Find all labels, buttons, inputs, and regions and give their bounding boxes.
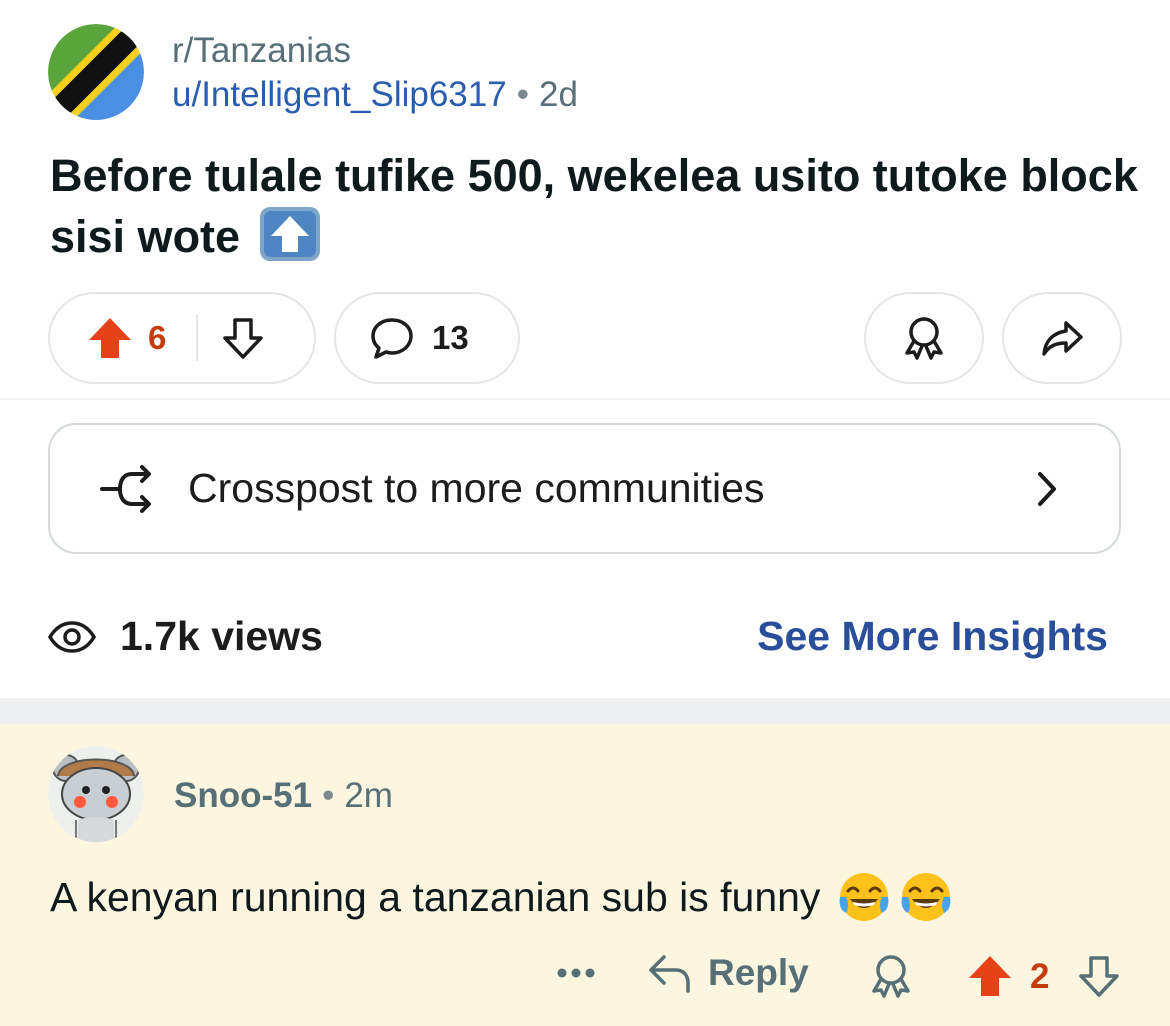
comment-separator bbox=[0, 698, 1170, 724]
reply-label: Reply bbox=[708, 952, 809, 993]
post-title[interactable]: Before tulale tufike 500, wekelea usito … bbox=[50, 146, 1140, 267]
face-with-tears-of-joy-icon bbox=[840, 873, 889, 921]
award-icon[interactable] bbox=[868, 953, 914, 999]
award-icon bbox=[905, 317, 943, 360]
tanzania-flag-icon bbox=[48, 24, 144, 120]
subreddit-avatar[interactable] bbox=[48, 24, 144, 120]
reply-button[interactable]: Reply bbox=[646, 951, 809, 995]
eye-icon bbox=[48, 620, 96, 653]
downvote-icon[interactable] bbox=[220, 315, 266, 361]
award-button[interactable] bbox=[864, 292, 984, 384]
snoo-avatar-icon bbox=[48, 746, 144, 842]
share-icon bbox=[1042, 321, 1083, 356]
commenter-avatar[interactable] bbox=[48, 746, 144, 842]
crosspost-button[interactable]: Crosspost to more communities bbox=[48, 423, 1121, 554]
comment-card: Snoo-51 • 2m A kenyan running a tanzanian … bbox=[0, 724, 1170, 1026]
comment-age: 2m bbox=[344, 776, 393, 815]
post-age: 2d bbox=[538, 75, 578, 114]
views-count: 1.7k views bbox=[120, 613, 323, 659]
comment-body: A kenyan running a tanzanian sub is funn… bbox=[50, 869, 954, 925]
upvote-count: 6 bbox=[148, 319, 167, 356]
face-with-tears-of-joy-icon bbox=[902, 873, 951, 921]
more-options-icon[interactable] bbox=[556, 967, 596, 979]
post-title-text: Before tulale tufike 500, wekelea usito … bbox=[50, 150, 1138, 262]
crosspost-icon bbox=[100, 464, 151, 513]
vote-bar: 6 bbox=[48, 292, 316, 384]
share-button[interactable] bbox=[1002, 292, 1122, 384]
views-stat: 1.7k views bbox=[48, 613, 323, 660]
comment-actions: Reply 2 bbox=[0, 949, 1170, 1009]
meta-separator: • bbox=[516, 75, 529, 114]
comment-meta-separator: • bbox=[322, 776, 335, 815]
vote-divider bbox=[196, 315, 199, 361]
post-card: r/Tanzanias u/Intelligent_Slip6317 • 2d Be… bbox=[0, 0, 1170, 698]
downvote-icon[interactable] bbox=[1076, 953, 1122, 999]
up-arrow-emoji-icon bbox=[259, 207, 320, 261]
comment-count: 13 bbox=[432, 319, 469, 356]
chevron-right-icon bbox=[1038, 472, 1056, 506]
see-more-insights-link[interactable]: See More Insights bbox=[757, 613, 1108, 660]
comments-button[interactable]: 13 bbox=[334, 292, 520, 384]
comment-score: 2 bbox=[1030, 957, 1050, 996]
comment-text: A kenyan running a tanzanian sub is funn… bbox=[50, 873, 821, 920]
comment-meta: Snoo-51 • 2m bbox=[174, 776, 393, 816]
upvote-icon[interactable] bbox=[966, 953, 1014, 999]
post-meta: u/Intelligent_Slip6317 • 2d bbox=[172, 75, 578, 115]
subreddit-name[interactable]: r/Tanzanias bbox=[172, 31, 351, 71]
comment-icon bbox=[371, 318, 413, 359]
post-author[interactable]: u/Intelligent_Slip6317 bbox=[172, 75, 507, 114]
comment-author[interactable]: Snoo-51 bbox=[174, 776, 312, 815]
crosspost-label: Crosspost to more communities bbox=[188, 465, 765, 511]
upvote-icon[interactable] bbox=[86, 315, 134, 361]
reply-icon bbox=[649, 955, 690, 993]
section-divider bbox=[0, 398, 1170, 400]
